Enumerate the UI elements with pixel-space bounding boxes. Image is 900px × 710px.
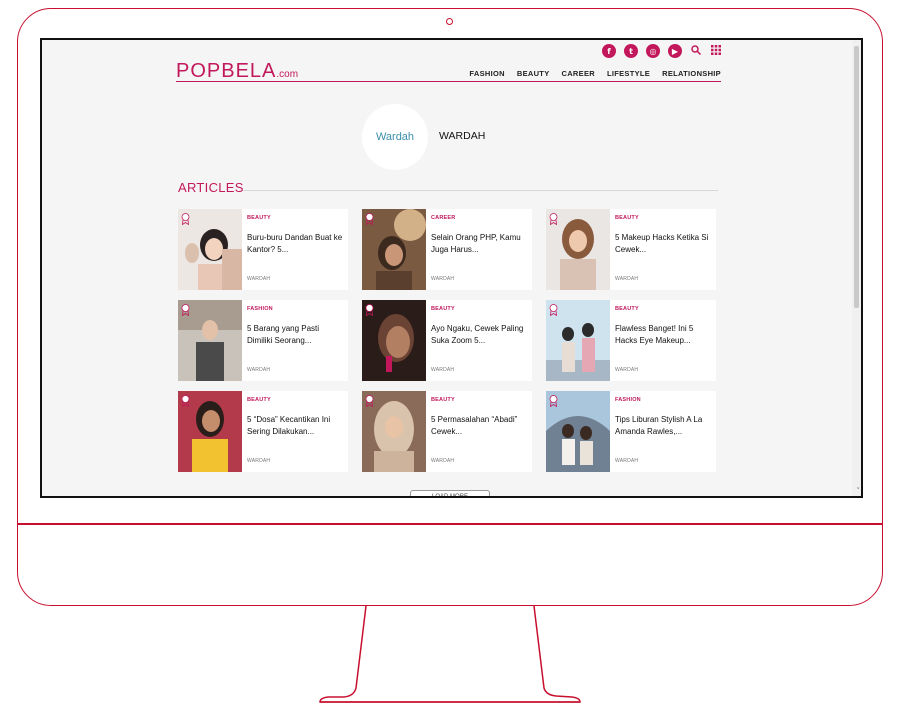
twitter-icon[interactable]: t xyxy=(624,44,638,58)
article-category[interactable]: BEAUTY xyxy=(615,306,639,312)
article-category[interactable]: CAREER xyxy=(431,215,455,221)
nav-beauty[interactable]: BEAUTY xyxy=(517,69,550,78)
article-author: WARDAH xyxy=(431,367,455,373)
scroll-down-arrow-icon[interactable]: ˅ xyxy=(857,488,861,495)
article-title[interactable]: Buru-buru Dandan Buat ke Kantor? 5... xyxy=(247,232,343,256)
search-icon[interactable] xyxy=(690,44,702,58)
award-badge-icon xyxy=(181,304,190,316)
instagram-icon[interactable]: ◎ xyxy=(646,44,660,58)
article-title[interactable]: Flawless Banget! Ini 5 Hacks Eye Makeup.… xyxy=(615,323,711,347)
article-author: WARDAH xyxy=(431,276,455,282)
article-author: WARDAH xyxy=(615,276,639,282)
article-category[interactable]: BEAUTY xyxy=(247,397,271,403)
article-title[interactable]: Ayo Ngaku, Cewek Paling Suka Zoom 5... xyxy=(431,323,527,347)
article-author: WARDAH xyxy=(247,276,271,282)
award-badge-icon xyxy=(365,304,374,316)
article-author: WARDAH xyxy=(615,367,639,373)
article-category[interactable]: BEAUTY xyxy=(431,306,455,312)
article-card[interactable]: BEAUTY 5 Makeup Hacks Ketika Si Cewek...… xyxy=(546,209,716,290)
social-links: f t ◎ ▶ xyxy=(602,43,722,59)
article-card[interactable]: BEAUTY Ayo Ngaku, Cewek Paling Suka Zoom… xyxy=(362,300,532,381)
article-author: WARDAH xyxy=(247,367,271,373)
award-badge-icon xyxy=(365,213,374,225)
article-title[interactable]: 5 Makeup Hacks Ketika Si Cewek... xyxy=(615,232,711,256)
article-author: WARDAH xyxy=(247,458,271,464)
article-category[interactable]: FASHION xyxy=(615,397,641,403)
article-card[interactable]: FASHION 5 Barang yang Pasti Dimiliki Seo… xyxy=(178,300,348,381)
award-badge-icon xyxy=(365,395,374,407)
load-more-button[interactable]: LOAD MORE xyxy=(410,490,490,496)
article-category[interactable]: BEAUTY xyxy=(615,215,639,221)
nav-lifestyle[interactable]: LIFESTYLE xyxy=(607,69,650,78)
article-title[interactable]: 5 Permasalahan “Abadi” Cewek... xyxy=(431,414,527,438)
article-category[interactable]: BEAUTY xyxy=(431,397,455,403)
header-divider xyxy=(176,81,721,82)
article-title[interactable]: Selain Orang PHP, Kamu Juga Harus... xyxy=(431,232,527,256)
youtube-icon[interactable]: ▶ xyxy=(668,44,682,58)
nav-fashion[interactable]: FASHION xyxy=(469,69,504,78)
facebook-icon[interactable]: f xyxy=(602,44,616,58)
articles-divider xyxy=(243,190,718,191)
award-badge-icon xyxy=(549,213,558,225)
articles-heading: ARTICLES xyxy=(178,180,244,195)
award-badge-icon xyxy=(181,395,190,407)
web-page: f t ◎ ▶ POPBELA.com FASHION BEAUTY CAREE… xyxy=(42,40,854,496)
article-card[interactable]: BEAUTY Flawless Banget! Ini 5 Hacks Eye … xyxy=(546,300,716,381)
article-title[interactable]: Tips Liburan Stylish A La Amanda Rawles,… xyxy=(615,414,711,438)
article-author: WARDAH xyxy=(615,458,639,464)
award-badge-icon xyxy=(549,395,558,407)
article-category[interactable]: FASHION xyxy=(247,306,273,312)
article-card[interactable]: FASHION Tips Liburan Stylish A La Amanda… xyxy=(546,391,716,472)
article-author: WARDAH xyxy=(431,458,455,464)
nav-relationship[interactable]: RELATIONSHIP xyxy=(662,69,721,78)
scrollbar-thumb[interactable] xyxy=(854,46,859,308)
award-badge-icon xyxy=(181,213,190,225)
screen: f t ◎ ▶ POPBELA.com FASHION BEAUTY CAREE… xyxy=(40,38,863,498)
scrollbar[interactable]: ˅ xyxy=(852,40,861,496)
article-card[interactable]: CAREER Selain Orang PHP, Kamu Juga Harus… xyxy=(362,209,532,290)
main-nav: FASHION BEAUTY CAREER LIFESTYLE RELATION… xyxy=(469,69,721,78)
nav-career[interactable]: CAREER xyxy=(562,69,595,78)
brand-logo: Wardah xyxy=(375,131,415,143)
article-title[interactable]: 5 “Dosa” Kecantikan Ini Sering Dilakukan… xyxy=(247,414,343,438)
award-badge-icon xyxy=(549,304,558,316)
article-category[interactable]: BEAUTY xyxy=(247,215,271,221)
brand-name: WARDAH xyxy=(439,130,486,142)
article-card[interactable]: BEAUTY 5 “Dosa” Kecantikan Ini Sering Di… xyxy=(178,391,348,472)
site-logo[interactable]: POPBELA.com xyxy=(176,60,298,83)
article-card[interactable]: BEAUTY 5 Permasalahan “Abadi” Cewek... W… xyxy=(362,391,532,472)
article-card[interactable]: BEAUTY Buru-buru Dandan Buat ke Kantor? … xyxy=(178,209,348,290)
article-title[interactable]: 5 Barang yang Pasti Dimiliki Seorang... xyxy=(247,323,343,347)
brand-logo-avatar: Wardah xyxy=(362,104,428,170)
grid-menu-icon[interactable] xyxy=(710,44,722,58)
